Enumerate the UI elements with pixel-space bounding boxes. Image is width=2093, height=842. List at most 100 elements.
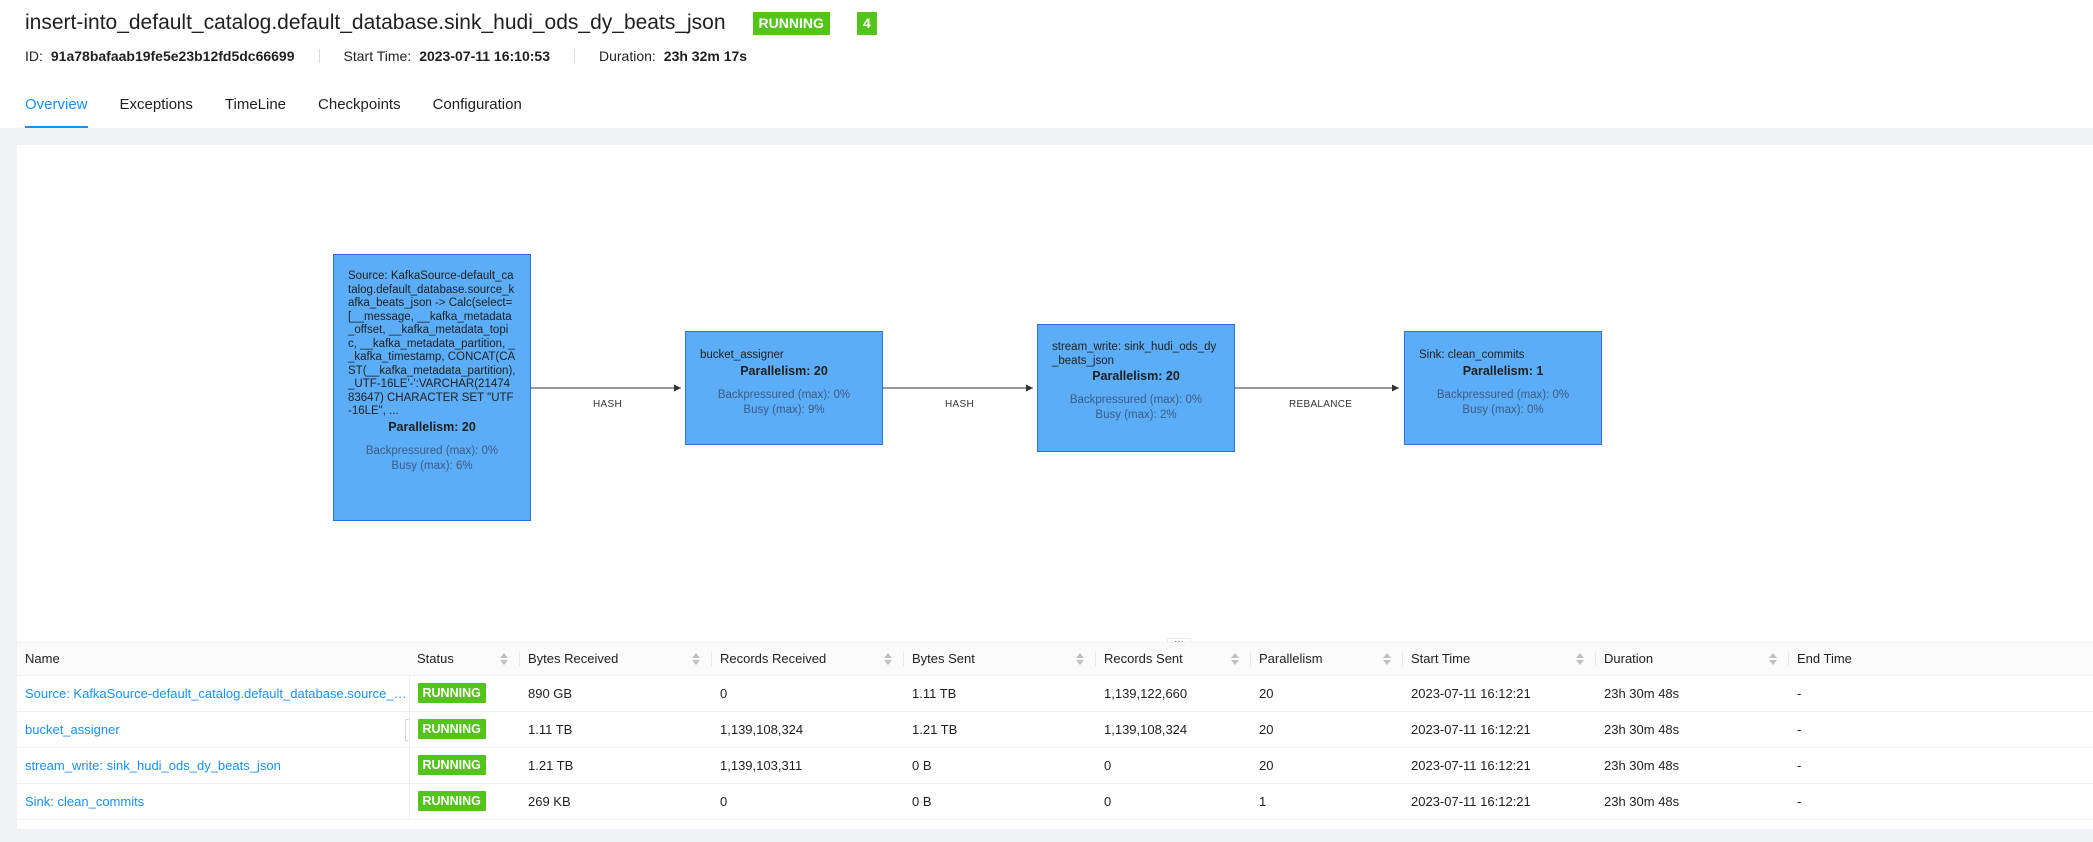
job-id-value: 91a78bafaab19fe5e23b12fd5dc66699 bbox=[50, 48, 295, 64]
table-row[interactable]: bucket_assigner ⋮ RUNNING 1.11 TB 1,139,1… bbox=[17, 711, 2093, 747]
node-parallelism: Parallelism: 20 bbox=[740, 363, 828, 378]
meta-divider bbox=[318, 49, 320, 63]
sort-icon[interactable] bbox=[1231, 653, 1239, 665]
task-count-badge: 4 bbox=[856, 11, 877, 35]
node-backpressured: Backpressured (max): 0% bbox=[365, 444, 499, 457]
vertex-name-link[interactable]: Sink: clean_commits bbox=[17, 783, 410, 819]
status-cell: RUNNING bbox=[409, 711, 520, 747]
vertex-name-link[interactable]: bucket_assigner bbox=[25, 722, 120, 737]
column-header-label: Name bbox=[25, 651, 60, 667]
tab-overview[interactable]: Overview bbox=[25, 94, 88, 128]
column-header-status[interactable]: Status bbox=[409, 643, 520, 676]
duration-value: 23h 32m 17s bbox=[663, 48, 748, 64]
records-received-cell: 1,139,103,311 bbox=[720, 757, 803, 773]
records-sent-cell: 0 bbox=[1104, 793, 1112, 809]
job-meta: ID: 91a78bafaab19fe5e23b12fd5dc66699 Sta… bbox=[25, 48, 747, 64]
end-time-cell: - bbox=[1797, 721, 1802, 737]
sort-icon[interactable] bbox=[884, 653, 892, 665]
column-header-parallelism[interactable]: Parallelism bbox=[1251, 643, 1403, 676]
bytes-sent-cell: 0 B bbox=[912, 757, 932, 773]
status-cell: RUNNING bbox=[409, 783, 520, 819]
end-time-cell: - bbox=[1797, 685, 1802, 701]
duration-cell: 23h 30m 48s bbox=[1604, 793, 1680, 809]
table-row[interactable]: stream_write: sink_hudi_ods_dy_beats_jso… bbox=[17, 747, 2093, 783]
graph-node-stream-write[interactable]: stream_write: sink_hudi_ods_dy_beats_jso… bbox=[1037, 324, 1235, 452]
node-busy: Busy (max): 9% bbox=[743, 403, 825, 416]
vertex-name-link[interactable]: Source: KafkaSource-default_catalog.defa… bbox=[17, 675, 410, 711]
job-tabs: Overview Exceptions TimeLine Checkpoints… bbox=[25, 94, 554, 128]
node-name: bucket_assigner bbox=[700, 349, 784, 361]
column-header-start-time[interactable]: Start Time bbox=[1403, 643, 1596, 676]
records-received-cell: 0 bbox=[720, 685, 728, 701]
records-sent-cell: 1,139,122,660 bbox=[1104, 685, 1188, 701]
column-header-records-sent[interactable]: Records Sent bbox=[1096, 643, 1251, 676]
column-header-bytes-received[interactable]: Bytes Received bbox=[520, 643, 712, 676]
sort-icon[interactable] bbox=[1769, 653, 1777, 665]
column-header-records-received[interactable]: Records Received bbox=[712, 643, 904, 676]
bytes-sent-cell: 1.11 TB bbox=[912, 685, 957, 701]
tab-checkpoints[interactable]: Checkpoints bbox=[318, 94, 401, 128]
panel-resize-handle[interactable]: ··· bbox=[1167, 637, 1191, 642]
graph-node-bucket-assigner[interactable]: bucket_assigner Parallelism: 20 Backpres… bbox=[685, 331, 883, 445]
bytes-sent-cell: 1.21 TB bbox=[912, 721, 958, 737]
column-header-bytes-sent[interactable]: Bytes Sent bbox=[904, 643, 1096, 676]
column-header-end-time[interactable]: End Time bbox=[1789, 643, 2093, 676]
start-time-cell: 2023-07-11 16:12:21 bbox=[1411, 757, 1531, 773]
column-header-name[interactable]: Name bbox=[17, 643, 409, 676]
duration-cell: 23h 30m 48s bbox=[1604, 721, 1680, 737]
status-badge: RUNNING bbox=[417, 719, 486, 739]
bytes-received-cell: 1.11 TB bbox=[528, 721, 573, 737]
vertex-name-cell[interactable]: bucket_assigner ⋮ bbox=[17, 711, 410, 747]
column-header-label: Records Received bbox=[720, 651, 827, 667]
vertex-table: Name Status Bytes Received Records Recei… bbox=[17, 643, 2093, 820]
start-time-cell: 2023-07-11 16:12:21 bbox=[1411, 721, 1531, 737]
records-sent-cell: 1,139,108,324 bbox=[1104, 721, 1188, 737]
table-row[interactable]: Sink: clean_commits RUNNING 269 KB 0 0 B… bbox=[17, 783, 2093, 819]
bytes-received-cell: 1.21 TB bbox=[528, 757, 574, 773]
start-time-cell: 2023-07-11 16:12:21 bbox=[1411, 685, 1531, 701]
column-resize-handle[interactable]: ⋮ bbox=[404, 718, 408, 741]
end-time-cell: - bbox=[1797, 793, 1802, 809]
node-busy: Busy (max): 0% bbox=[1462, 403, 1544, 416]
graph-node-source[interactable]: Source: KafkaSource-default_catalog.defa… bbox=[333, 254, 531, 521]
sort-icon[interactable] bbox=[1383, 653, 1391, 665]
job-title: insert-into_default_catalog.default_data… bbox=[25, 11, 726, 34]
node-busy: Busy (max): 2% bbox=[1095, 409, 1177, 421]
sort-icon[interactable] bbox=[1076, 653, 1084, 665]
sort-icon[interactable] bbox=[1576, 653, 1584, 665]
vertex-name-link[interactable]: stream_write: sink_hudi_ods_dy_beats_jso… bbox=[17, 747, 410, 783]
records-sent-cell: 0 bbox=[1104, 757, 1112, 773]
parallelism-cell: 20 bbox=[1259, 721, 1274, 737]
duration-label: Duration: bbox=[598, 48, 656, 64]
column-header-duration[interactable]: Duration bbox=[1596, 643, 1789, 676]
tab-configuration[interactable]: Configuration bbox=[433, 94, 522, 128]
vertex-table-panel: Name Status Bytes Received Records Recei… bbox=[17, 643, 2093, 829]
job-status-badge: RUNNING bbox=[752, 11, 830, 35]
node-name: stream_write: sink_hudi_ods_dy_beats_jso… bbox=[1052, 341, 1217, 367]
status-badge: RUNNING bbox=[417, 683, 486, 703]
node-backpressured: Backpressured (max): 0% bbox=[1436, 388, 1570, 401]
tab-exceptions[interactable]: Exceptions bbox=[120, 94, 193, 128]
end-time-cell: - bbox=[1797, 757, 1802, 773]
graph-node-sink[interactable]: Sink: clean_commits Parallelism: 1 Backp… bbox=[1404, 331, 1602, 445]
status-cell: RUNNING bbox=[409, 675, 520, 711]
column-header-label: Parallelism bbox=[1259, 651, 1323, 667]
status-badge: RUNNING bbox=[417, 791, 486, 811]
tab-timeline[interactable]: TimeLine bbox=[225, 94, 286, 128]
edge-label-hash: HASH bbox=[945, 399, 974, 410]
edge-label-rebalance: REBALANCE bbox=[1289, 399, 1353, 410]
edge-label-hash: HASH bbox=[593, 399, 622, 410]
status-badge: RUNNING bbox=[417, 755, 486, 775]
table-header-row: Name Status Bytes Received Records Recei… bbox=[17, 643, 2093, 676]
sort-icon[interactable] bbox=[500, 653, 508, 665]
node-backpressured: Backpressured (max): 0% bbox=[717, 388, 851, 401]
sort-icon[interactable] bbox=[692, 653, 700, 665]
column-header-label: Status bbox=[417, 651, 454, 667]
start-time-label: Start Time: bbox=[343, 48, 412, 64]
records-received-cell: 0 bbox=[720, 793, 728, 809]
duration-cell: 23h 30m 48s bbox=[1604, 757, 1680, 773]
table-row[interactable]: Source: KafkaSource-default_catalog.defa… bbox=[17, 675, 2093, 711]
job-id-label: ID: bbox=[25, 48, 43, 64]
job-graph-panel[interactable]: Source: KafkaSource-default_catalog.defa… bbox=[17, 145, 2093, 642]
bytes-received-cell: 269 KB bbox=[528, 793, 571, 809]
